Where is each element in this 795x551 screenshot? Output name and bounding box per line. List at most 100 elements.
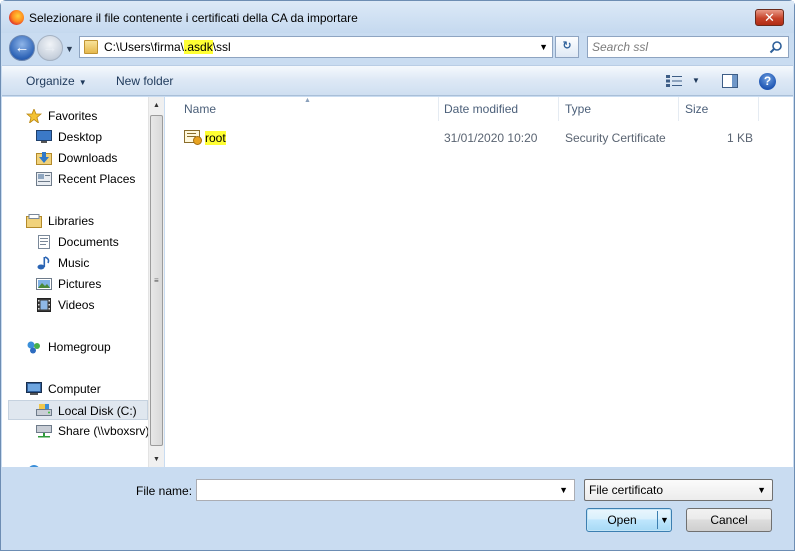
network-icon (29, 465, 39, 467)
file-date-modified: 31/01/2020 10:20 (444, 131, 538, 145)
certificate-icon (184, 130, 202, 145)
chevron-down-icon: ▼ (757, 485, 766, 495)
sidebar-item-local-disk[interactable]: Local Disk (C:) (8, 400, 148, 420)
sidebar-item-pictures[interactable]: Pictures (36, 277, 146, 293)
column-header-size[interactable]: Size (685, 102, 708, 118)
chevron-down-icon: ▼ (78, 78, 87, 87)
back-button[interactable]: ← (9, 35, 35, 61)
address-path[interactable]: C:\Users\firma\.asdk\ssl (104, 40, 231, 54)
sidebar-item-computer[interactable]: Computer (26, 382, 146, 398)
sidebar-item-label: Share (\\vboxsrv) (58, 424, 150, 438)
view-options-dropdown[interactable]: ▼ (692, 76, 700, 85)
sidebar-item-label: Desktop (58, 130, 103, 144)
organize-label: Organize (26, 74, 75, 88)
window-title: Selezionare il file contenente i certifi… (29, 11, 358, 25)
sidebar-item-label: Libraries (48, 214, 95, 228)
sidebar-item-libraries[interactable]: Libraries (26, 214, 146, 230)
filename-combobox[interactable]: ▼ (196, 479, 575, 501)
dialog-footer: File name: ▼ File certificato ▼ Open ▼ C… (2, 468, 793, 550)
organize-button[interactable]: Organize ▼ (26, 74, 87, 88)
new-folder-button[interactable]: New folder (116, 74, 173, 88)
sidebar-item-music[interactable]: Music (36, 256, 146, 272)
sidebar-item-label: Favorites (48, 109, 98, 123)
open-options-dropdown[interactable]: ▼ (660, 509, 669, 531)
sidebar-item-network-partial[interactable] (26, 463, 46, 467)
navigation-pane-scrollbar[interactable]: ▲ ≡ ▼ (148, 97, 164, 467)
refresh-button[interactable]: ↻ (555, 36, 579, 58)
recent-places-icon (36, 172, 52, 186)
table-row[interactable]: root 31/01/2020 10:20 Security Certifica… (165, 127, 793, 147)
sidebar-item-label: Documents (58, 235, 119, 249)
documents-icon (38, 235, 50, 249)
filename-input[interactable] (200, 482, 550, 498)
view-options-icon[interactable] (666, 75, 682, 87)
column-header-type[interactable]: Type (565, 102, 591, 118)
sidebar-item-recent-places[interactable]: Recent Places (36, 172, 146, 188)
filename-label: File name: (136, 484, 193, 498)
search-icon[interactable] (769, 40, 783, 54)
forward-button[interactable]: → (37, 35, 63, 61)
sort-ascending-icon: ▲ (304, 97, 311, 104)
desktop-icon (36, 130, 52, 143)
close-button[interactable]: ✕ (755, 9, 784, 26)
command-bar: Organize ▼ New folder ▼ ? (2, 65, 793, 96)
sidebar-item-label: Videos (58, 298, 95, 312)
sidebar-item-share-vboxsrv[interactable]: Share (\\vboxsrv) (36, 424, 150, 440)
libraries-icon (26, 214, 42, 228)
downloads-icon (36, 152, 52, 165)
computer-icon (26, 382, 42, 395)
sidebar-item-label: Recent Places (58, 172, 136, 186)
grip-icon: ≡ (154, 276, 159, 285)
cancel-button[interactable]: Cancel (686, 508, 772, 532)
sidebar-item-label: Pictures (58, 277, 102, 291)
file-open-dialog: Selezionare il file contenente i certifi… (0, 0, 795, 551)
preview-pane-icon[interactable] (722, 74, 738, 88)
homegroup-icon (27, 341, 40, 354)
column-divider[interactable] (678, 97, 679, 121)
navigation-bar: ← → ▼ C:\Users\firma\.asdk\ssl ▼ ↻ (1, 33, 794, 63)
firefox-icon (9, 10, 24, 25)
recent-locations-dropdown[interactable]: ▼ (65, 44, 74, 54)
sidebar-item-label: Homegroup (48, 340, 111, 354)
scroll-up-arrow-icon[interactable]: ▲ (153, 102, 160, 109)
sidebar-item-label: Downloads (58, 151, 118, 165)
file-type-select[interactable]: File certificato ▼ (584, 479, 773, 501)
chevron-down-icon[interactable]: ▼ (559, 485, 568, 495)
split-divider (657, 511, 658, 529)
refresh-icon: ↻ (562, 40, 572, 52)
address-bar[interactable]: C:\Users\firma\.asdk\ssl ▼ (79, 36, 553, 58)
sidebar-item-favorites[interactable]: Favorites (26, 109, 146, 125)
column-header-name[interactable]: Name (184, 102, 216, 118)
column-divider[interactable] (438, 97, 439, 121)
column-divider[interactable] (558, 97, 559, 121)
local-disk-icon (36, 404, 52, 416)
search-input[interactable] (592, 39, 762, 55)
column-header-date-modified[interactable]: Date modified (444, 102, 518, 118)
scrollbar-thumb[interactable]: ≡ (150, 115, 163, 446)
path-prefix: C:\Users\firma\ (104, 40, 185, 54)
sidebar-item-downloads[interactable]: Downloads (36, 151, 146, 167)
title-bar[interactable]: Selezionare il file contenente i certifi… (1, 1, 794, 33)
help-icon[interactable]: ? (759, 73, 776, 90)
open-button-label: Open (607, 513, 637, 527)
column-divider[interactable] (758, 97, 759, 121)
search-box[interactable] (587, 36, 789, 58)
file-list: ▲ Name Date modified Type Size root 31/0… (165, 97, 793, 467)
videos-icon (37, 298, 51, 312)
folder-icon (84, 40, 98, 54)
pictures-icon (36, 278, 52, 290)
file-name[interactable]: root (205, 131, 226, 145)
path-highlight: .asdk (184, 40, 213, 54)
arrow-right-icon: → (42, 39, 58, 56)
chevron-down-icon[interactable]: ▼ (539, 42, 548, 52)
sidebar-item-desktop[interactable]: Desktop (36, 130, 146, 146)
scroll-down-arrow-icon[interactable]: ▼ (153, 456, 160, 463)
sidebar-item-homegroup[interactable]: Homegroup (26, 340, 146, 356)
sidebar-item-documents[interactable]: Documents (36, 235, 146, 251)
music-icon (37, 256, 50, 270)
sidebar-item-label: Music (58, 256, 90, 270)
sidebar-item-videos[interactable]: Videos (36, 298, 146, 314)
open-button[interactable]: Open ▼ (586, 508, 672, 532)
file-size: 1 KB (727, 131, 754, 145)
navigation-pane: Favorites Desktop Downloads Recent Place… (2, 97, 164, 467)
